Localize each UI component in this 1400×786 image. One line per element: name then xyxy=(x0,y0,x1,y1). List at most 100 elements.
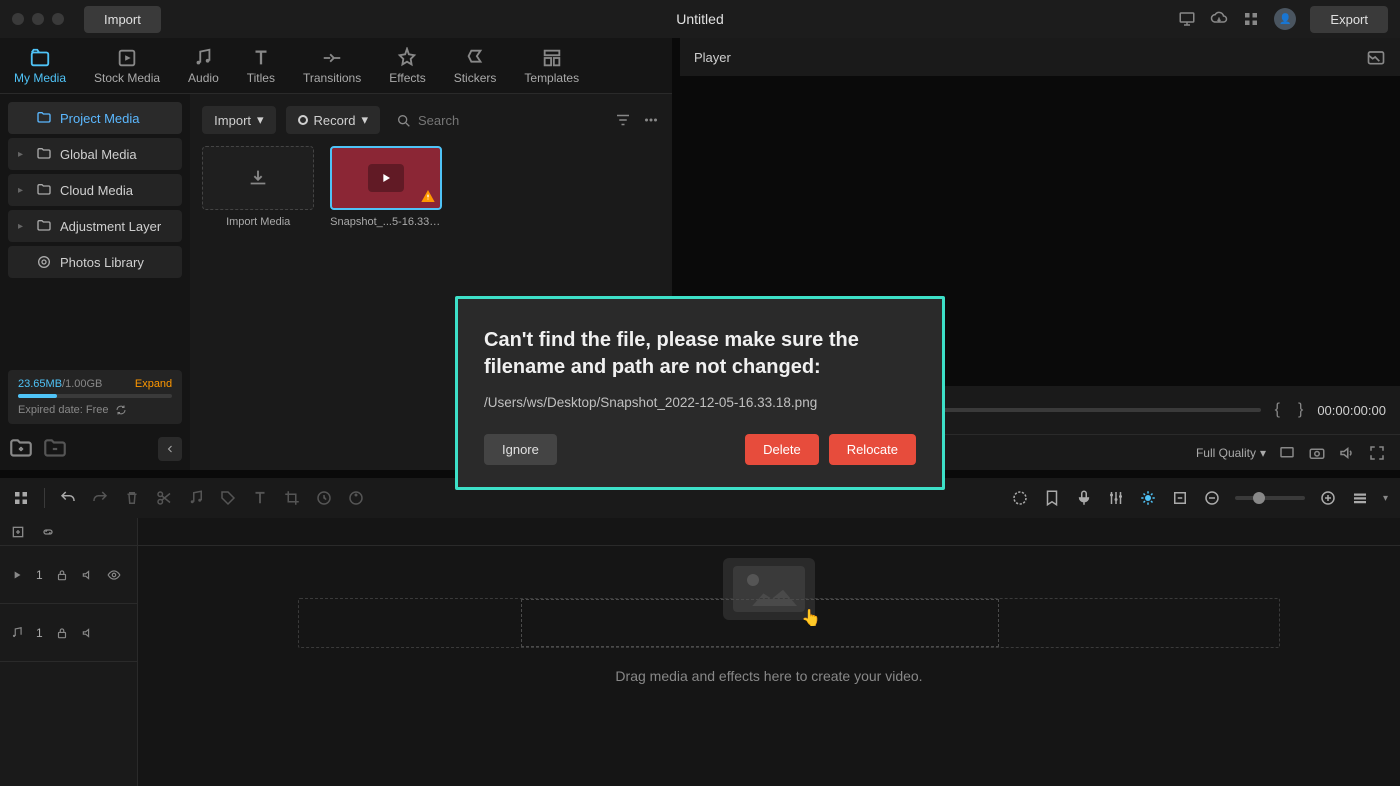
audio-track-header[interactable]: 1 xyxy=(0,604,137,662)
quality-label: Full Quality xyxy=(1196,446,1256,460)
filter-icon[interactable] xyxy=(614,111,632,129)
more-icon[interactable] xyxy=(642,111,660,129)
apps-grid-icon[interactable] xyxy=(1242,10,1260,28)
stock-media-icon xyxy=(116,47,138,69)
link-tracks-icon[interactable] xyxy=(40,524,56,540)
clip-label: Snapshot_...5-16.33.18 xyxy=(330,216,442,228)
play-icon xyxy=(378,170,394,186)
sidebar-project-media[interactable]: Project Media xyxy=(8,102,182,134)
tab-label: My Media xyxy=(14,71,66,85)
delete-folder-icon[interactable] xyxy=(42,436,68,462)
import-label: Import xyxy=(214,113,251,128)
lock-icon[interactable] xyxy=(55,626,69,640)
drop-zone[interactable] xyxy=(298,598,1280,648)
chevron-right-icon: ▸ xyxy=(18,149,28,160)
volume-icon[interactable] xyxy=(1338,444,1356,462)
video-track-header[interactable]: 1 xyxy=(0,546,137,604)
speed-icon[interactable] xyxy=(315,489,333,507)
mute-icon[interactable] xyxy=(81,626,95,640)
ignore-button[interactable]: Ignore xyxy=(484,434,557,465)
refresh-icon[interactable] xyxy=(115,404,127,416)
voiceover-icon[interactable] xyxy=(1075,489,1093,507)
media-clip[interactable]: Snapshot_...5-16.33.18 xyxy=(330,146,442,228)
user-avatar[interactable]: 👤 xyxy=(1274,8,1296,30)
search-input[interactable] xyxy=(390,107,604,134)
sidebar-global-media[interactable]: ▸ Global Media xyxy=(8,138,182,170)
minimize-window-button[interactable] xyxy=(32,13,44,25)
tab-audio[interactable]: Audio xyxy=(174,38,233,93)
zoom-in-icon[interactable] xyxy=(1319,489,1337,507)
quality-dropdown[interactable]: Full Quality ▾ xyxy=(1196,446,1266,460)
tag-icon[interactable] xyxy=(219,489,237,507)
text-icon[interactable] xyxy=(251,489,269,507)
warning-icon xyxy=(420,188,436,204)
display-mode-icon[interactable] xyxy=(1278,444,1296,462)
expand-storage-link[interactable]: Expand xyxy=(135,378,172,390)
tab-transitions[interactable]: Transitions xyxy=(289,38,375,93)
chevron-right-icon: ▸ xyxy=(18,185,28,196)
cloud-download-icon[interactable] xyxy=(1210,10,1228,28)
storage-used: 23.65MB/1.00GB xyxy=(18,378,102,390)
mix-icon[interactable] xyxy=(1011,489,1029,507)
render-icon[interactable] xyxy=(1139,489,1157,507)
track-number: 1 xyxy=(36,626,43,640)
mute-icon[interactable] xyxy=(81,568,95,582)
media-tabs: My Media Stock Media Audio Titles Transi… xyxy=(0,38,672,94)
timeline-ruler[interactable] xyxy=(138,518,1400,546)
sidebar-label: Photos Library xyxy=(60,255,144,270)
tab-stock-media[interactable]: Stock Media xyxy=(80,38,174,93)
camera-icon[interactable] xyxy=(1308,444,1326,462)
expired-label: Expired date: Free xyxy=(18,404,109,416)
tab-stickers[interactable]: Stickers xyxy=(440,38,511,93)
delete-icon[interactable] xyxy=(123,489,141,507)
import-dropdown[interactable]: Import ▾ xyxy=(202,106,275,134)
lock-icon[interactable] xyxy=(55,568,69,582)
color-icon[interactable] xyxy=(347,489,365,507)
sidebar-photos-library[interactable]: Photos Library xyxy=(8,246,182,278)
fullscreen-icon[interactable] xyxy=(1368,444,1386,462)
title-bar: Import Untitled 👤 Export xyxy=(0,0,1400,38)
tab-effects[interactable]: Effects xyxy=(375,38,439,93)
cut-icon[interactable] xyxy=(155,489,173,507)
tab-templates[interactable]: Templates xyxy=(510,38,593,93)
mark-out-button[interactable]: } xyxy=(1294,401,1307,419)
media-sidebar: Project Media ▸ Global Media ▸ Cloud Med… xyxy=(0,94,190,470)
export-button[interactable]: Export xyxy=(1310,6,1388,33)
sidebar-cloud-media[interactable]: ▸ Cloud Media xyxy=(8,174,182,206)
tab-label: Effects xyxy=(389,71,425,85)
tab-titles[interactable]: Titles xyxy=(233,38,289,93)
import-button-top[interactable]: Import xyxy=(84,6,161,33)
visibility-icon[interactable] xyxy=(107,568,121,582)
tab-label: Titles xyxy=(247,71,275,85)
sidebar-label: Adjustment Layer xyxy=(60,219,161,234)
chevron-down-icon[interactable]: ▾ xyxy=(1383,493,1388,504)
maximize-window-button[interactable] xyxy=(52,13,64,25)
add-track-icon[interactable] xyxy=(10,524,26,540)
record-dropdown[interactable]: Record ▾ xyxy=(286,106,380,134)
close-window-button[interactable] xyxy=(12,13,24,25)
collapse-sidebar-button[interactable] xyxy=(158,437,182,461)
tab-label: Stock Media xyxy=(94,71,160,85)
audio-mixer-icon[interactable] xyxy=(1107,489,1125,507)
tab-my-media[interactable]: My Media xyxy=(0,38,80,93)
zoom-slider[interactable] xyxy=(1235,496,1305,500)
zoom-fit-icon[interactable] xyxy=(1171,489,1189,507)
new-folder-icon[interactable] xyxy=(8,436,34,462)
import-media-tile[interactable]: Import Media xyxy=(202,146,314,228)
sidebar-adjustment-layer[interactable]: ▸ Adjustment Layer xyxy=(8,210,182,242)
relocate-button[interactable]: Relocate xyxy=(829,434,916,465)
undo-icon[interactable] xyxy=(59,489,77,507)
templates-icon xyxy=(541,47,563,69)
crop-icon[interactable] xyxy=(283,489,301,507)
split-audio-icon[interactable] xyxy=(187,489,205,507)
zoom-out-icon[interactable] xyxy=(1203,489,1221,507)
timeline-view-icon[interactable] xyxy=(1351,489,1369,507)
select-tool-icon[interactable] xyxy=(12,489,30,507)
redo-icon[interactable] xyxy=(91,489,109,507)
marker-icon[interactable] xyxy=(1043,489,1061,507)
mark-in-button[interactable]: { xyxy=(1271,401,1284,419)
display-icon[interactable] xyxy=(1178,10,1196,28)
delete-button[interactable]: Delete xyxy=(745,434,819,465)
snapshot-icon[interactable] xyxy=(1366,47,1386,67)
track-area[interactable]: 👆 Drag media and effects here to create … xyxy=(138,518,1400,786)
